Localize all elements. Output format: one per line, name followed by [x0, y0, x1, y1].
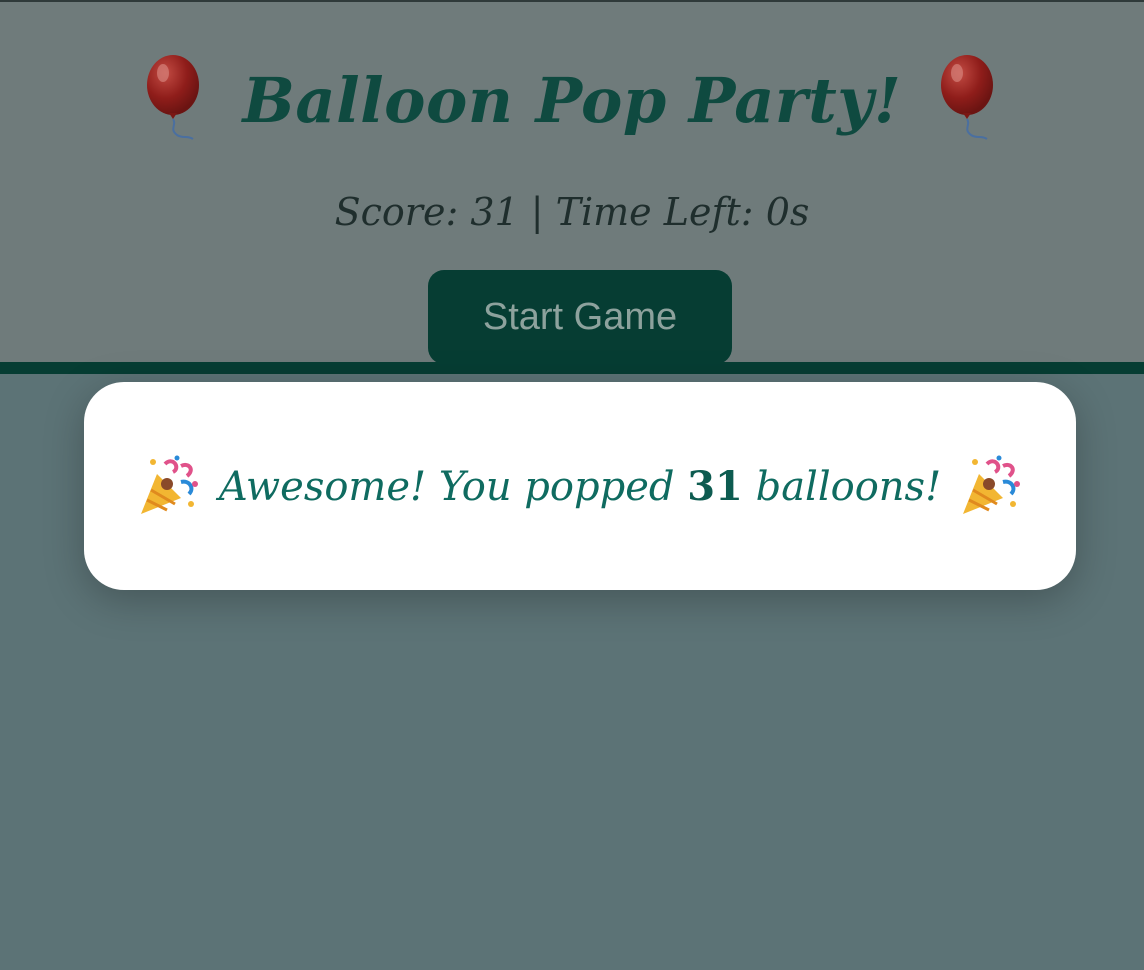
result-message: Awesome! You popped 31 balloons!: [219, 463, 941, 510]
game-header: Balloon Pop Party! Score: 31 | Time Left…: [0, 0, 1144, 364]
party-popper-icon: [140, 455, 198, 514]
title-row: Balloon Pop Party!: [0, 50, 1144, 150]
result-suffix: balloons!: [755, 463, 942, 510]
balloon-icon: [941, 55, 994, 140]
result-modal: Awesome! You popped 31 balloons!: [84, 382, 1076, 590]
header-divider: [0, 362, 1144, 374]
score-time-status: Score: 31 | Time Left: 0s: [334, 190, 810, 234]
result-prefix: Awesome! You popped: [218, 463, 675, 510]
start-game-button[interactable]: Start Game: [428, 270, 732, 364]
game-title: Balloon Pop Party!: [242, 63, 902, 137]
balloon-icon: [146, 55, 199, 140]
party-popper-icon: [963, 455, 1021, 514]
result-count: 31: [687, 462, 743, 510]
